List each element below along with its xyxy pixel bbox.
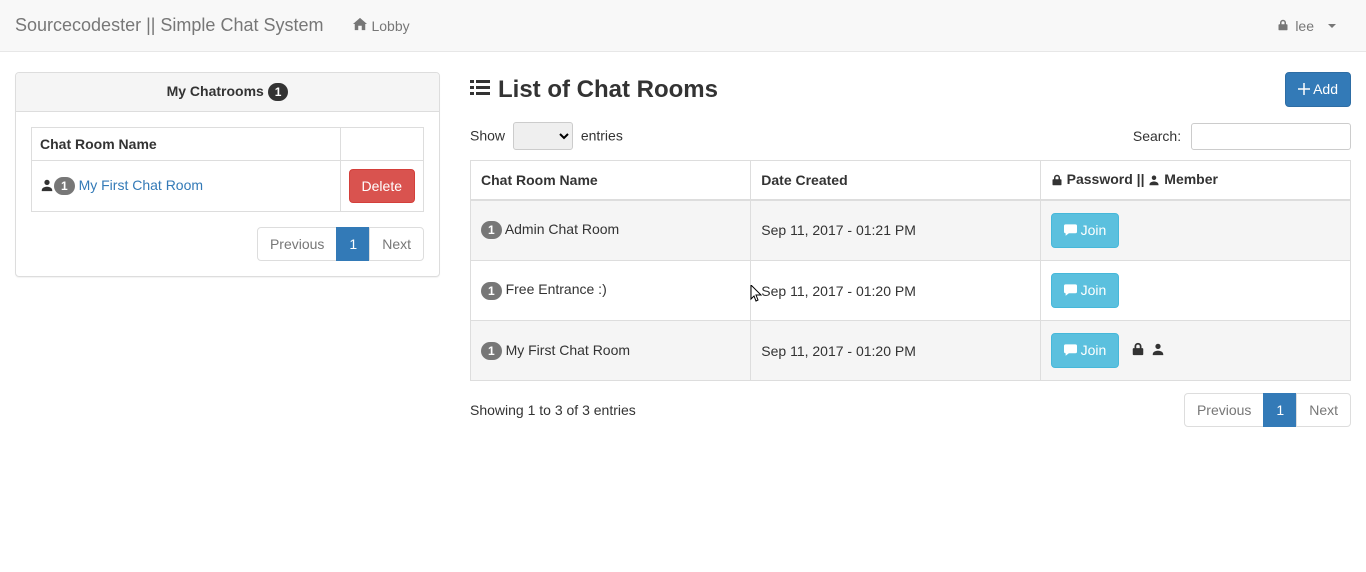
join-label: Join <box>1081 282 1107 298</box>
member-count-badge: 1 <box>54 177 75 195</box>
table-row: 1 Admin Chat Room Sep 11, 2017 - 01:21 P… <box>471 200 1351 261</box>
lock-icon <box>1051 173 1063 189</box>
join-button[interactable]: Join <box>1051 333 1120 368</box>
home-icon <box>353 17 367 34</box>
rooms-table: Chat Room Name Date Created Password || … <box>470 160 1351 381</box>
col-room-name: Chat Room Name <box>32 128 341 161</box>
my-prev-button[interactable]: Previous <box>257 227 337 261</box>
my-chatrooms-pagination: Previous 1 Next <box>31 227 424 261</box>
room-date: Sep 11, 2017 - 01:20 PM <box>751 260 1040 320</box>
add-label: Add <box>1313 81 1338 97</box>
col-actions[interactable]: Password || Member <box>1040 161 1350 200</box>
rooms-pagination: Previous 1 Next <box>1184 393 1351 427</box>
table-row: 1 Free Entrance :) Sep 11, 2017 - 01:20 … <box>471 260 1351 320</box>
add-button[interactable]: Add <box>1285 72 1351 107</box>
room-link[interactable]: My First Chat Room <box>79 177 203 193</box>
member-count-badge: 1 <box>481 221 502 239</box>
col-date[interactable]: Date Created <box>751 161 1040 200</box>
col-member-label: Member <box>1164 171 1218 187</box>
room-date: Sep 11, 2017 - 01:21 PM <box>751 200 1040 261</box>
join-label: Join <box>1081 222 1107 238</box>
user-icon <box>1148 173 1160 189</box>
my-chatrooms-panel: My Chatrooms 1 Chat Room Name 1 My First… <box>15 72 440 277</box>
plus-icon <box>1298 80 1310 100</box>
join-button[interactable]: Join <box>1051 273 1120 308</box>
caret-down-icon <box>1328 24 1336 28</box>
my-chatrooms-table: Chat Room Name 1 My First Chat Room Dele… <box>31 127 424 212</box>
search-input[interactable] <box>1191 123 1351 150</box>
room-date: Sep 11, 2017 - 01:20 PM <box>751 321 1040 381</box>
chat-icon <box>1064 341 1077 361</box>
list-heading: List of Chat Rooms <box>470 76 718 104</box>
member-count-badge: 1 <box>481 342 502 360</box>
table-row: 1 My First Chat Room Delete <box>32 161 424 212</box>
col-pw-label: Password || <box>1067 171 1145 187</box>
room-name: My First Chat Room <box>506 342 630 358</box>
delete-button[interactable]: Delete <box>349 169 415 203</box>
navbar: Sourcecodester || Simple Chat System Lob… <box>0 0 1366 52</box>
search-control: Search: <box>1133 123 1351 150</box>
join-button[interactable]: Join <box>1051 213 1120 248</box>
show-suffix: entries <box>581 128 623 144</box>
member-count-badge: 1 <box>481 282 502 300</box>
list-title: List of Chat Rooms <box>498 76 718 104</box>
col-name[interactable]: Chat Room Name <box>471 161 751 200</box>
my-next-button[interactable]: Next <box>369 227 424 261</box>
lock-icon <box>1131 342 1145 359</box>
user-icon <box>40 178 54 195</box>
chat-icon <box>1064 221 1077 241</box>
username-label: lee <box>1295 18 1314 34</box>
table-info: Showing 1 to 3 of 3 entries <box>470 402 636 418</box>
rooms-page-1[interactable]: 1 <box>1263 393 1297 427</box>
user-menu[interactable]: lee <box>1262 3 1351 49</box>
list-icon <box>470 76 490 104</box>
length-control: Show entries <box>470 122 623 150</box>
rooms-next-button[interactable]: Next <box>1296 393 1351 427</box>
my-chatrooms-heading: My Chatrooms 1 <box>16 73 439 112</box>
chat-icon <box>1064 281 1077 301</box>
lobby-label: Lobby <box>371 18 409 34</box>
rooms-prev-button[interactable]: Previous <box>1184 393 1264 427</box>
join-label: Join <box>1081 342 1107 358</box>
brand-link[interactable]: Sourcecodester || Simple Chat System <box>15 0 338 51</box>
lock-icon <box>1277 18 1289 34</box>
my-chatrooms-count-badge: 1 <box>268 83 289 101</box>
show-prefix: Show <box>470 128 505 144</box>
room-name: Free Entrance :) <box>506 281 607 297</box>
table-row: 1 My First Chat Room Sep 11, 2017 - 01:2… <box>471 321 1351 381</box>
length-select[interactable] <box>513 122 573 150</box>
room-name: Admin Chat Room <box>505 221 619 237</box>
my-page-1[interactable]: 1 <box>336 227 370 261</box>
user-icon <box>1151 342 1165 359</box>
lobby-link[interactable]: Lobby <box>338 2 424 49</box>
search-label: Search: <box>1133 128 1181 144</box>
my-chatrooms-title: My Chatrooms <box>167 83 264 99</box>
col-actions <box>340 128 423 161</box>
